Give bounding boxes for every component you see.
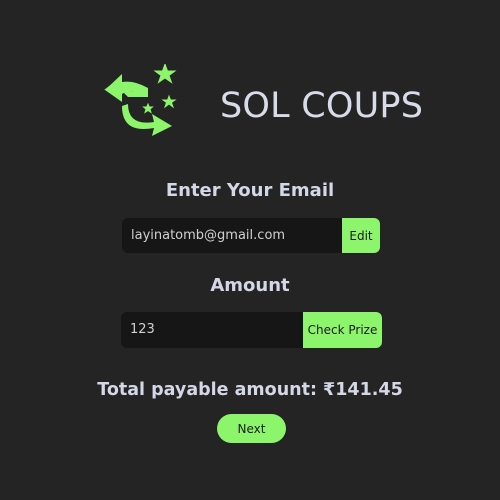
check-prize-button[interactable]: Check Prize — [303, 312, 382, 348]
email-field[interactable]: layinatomb@gmail.com — [122, 218, 342, 253]
email-label: Enter Your Email — [165, 180, 335, 201]
brand-title: SOL COUPS — [220, 86, 424, 126]
next-button[interactable]: Next — [217, 414, 286, 443]
total-payable-amount: Total payable amount: ₹141.45 — [97, 380, 403, 400]
edit-email-button[interactable]: Edit — [342, 218, 380, 253]
amount-field[interactable]: 123 — [121, 312, 303, 348]
amount-label: Amount — [210, 275, 290, 296]
star-arrows-logo-icon — [104, 64, 177, 136]
